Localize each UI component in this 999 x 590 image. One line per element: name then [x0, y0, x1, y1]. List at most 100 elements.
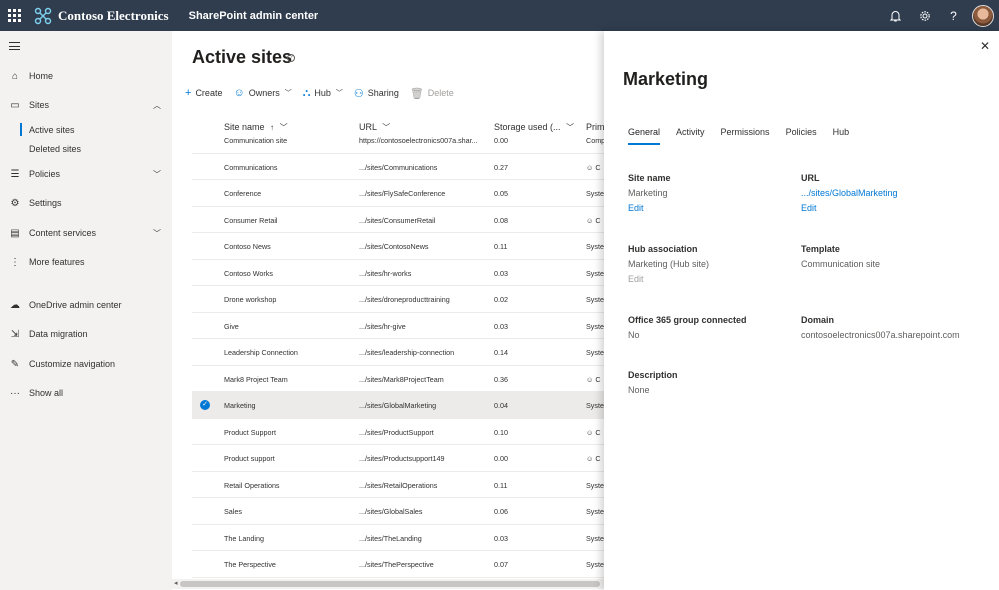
nav-label: Customize navigation	[29, 359, 116, 369]
primary-admin-cell: ☺ C	[586, 374, 601, 384]
primary-admin-cell: ☺ C	[586, 427, 601, 437]
nav-item-policies[interactable]: ☰ Policies ﹀	[0, 162, 172, 186]
tab-general[interactable]: General	[628, 127, 661, 145]
tab-hub[interactable]: Hub	[833, 127, 850, 145]
tab-policies[interactable]: Policies	[786, 127, 817, 145]
sharing-button[interactable]: ⚇ Sharing	[354, 87, 399, 100]
nav-item-sites[interactable]: ▭ Sites ︿	[0, 93, 172, 117]
table-row[interactable]: The Landing .../sites/TheLanding 0.03 Syste	[192, 525, 604, 551]
info-icon[interactable]: ?	[287, 54, 295, 62]
app-launcher-button[interactable]	[0, 0, 28, 31]
site-name-cell: Contoso Works	[224, 268, 273, 278]
field-template: Template Communication site	[801, 244, 971, 269]
table-row[interactable]: Contoso News .../sites/ContosoNews 0.11 Sys…	[192, 233, 604, 260]
primary-admin-cell: Syste	[586, 295, 604, 304]
site-name-cell: Communications	[224, 162, 278, 172]
nav-item-data-migration[interactable]: ⇲ Data migration	[0, 322, 172, 346]
site-name-cell: Conference	[224, 189, 262, 198]
scroll-left-icon[interactable]: ◂	[174, 579, 178, 587]
nav-item-show-all[interactable]: ··· Show all	[0, 381, 172, 405]
sites-icon: ▭	[10, 99, 20, 111]
primary-admin-cell: Syste	[586, 507, 604, 516]
table-row[interactable]: Sales .../sites/GlobalSales 0.06 Syste	[192, 498, 604, 525]
field-description: Description None	[628, 370, 798, 395]
url-cell: .../sites/hr-works	[359, 268, 412, 278]
user-avatar[interactable]	[972, 4, 994, 27]
nav-item-more-features[interactable]: ⋮ More features	[0, 250, 172, 274]
url-cell: .../sites/ThePerspective	[359, 560, 434, 569]
owners-button[interactable]: ☺ Owners ﹀	[233, 87, 291, 99]
table-row[interactable]: Contoso Works .../sites/hr-works 0.03 Syste	[192, 260, 604, 286]
table-row[interactable]: Conference .../sites/FlySafeConference 0.0…	[192, 180, 604, 207]
storage-cell: 0.03	[494, 533, 508, 543]
tab-activity[interactable]: Activity	[676, 127, 705, 145]
app-title[interactable]: SharePoint admin center	[189, 10, 319, 22]
nav-item-home[interactable]: ⌂ Home	[0, 64, 172, 88]
storage-cell: 0.36	[494, 374, 508, 384]
nav-sub-deleted-sites[interactable]: Deleted sites	[29, 144, 81, 154]
table-row[interactable]: Mark8 Project Team .../sites/Mark8Project…	[192, 366, 604, 392]
primary-admin-cell: Syste	[586, 321, 604, 331]
table-row[interactable]: Give .../sites/hr-give 0.03 Syste	[192, 313, 604, 339]
tab-permissions[interactable]: Permissions	[721, 127, 770, 145]
field-url: URL .../sites/GlobalMarketing Edit	[801, 173, 971, 213]
table-row[interactable]: Leadership Connection .../sites/leadershi…	[192, 339, 604, 366]
gear-icon: ⚙	[10, 197, 20, 209]
field-label: Description	[628, 370, 678, 380]
left-navigation: ⌂ Home ▭ Sites ︿ Active sites Deleted si…	[0, 31, 172, 590]
primary-admin-cell: Syste	[586, 268, 604, 278]
url-cell: .../sites/ContosoNews	[359, 242, 429, 251]
table-row[interactable]: Product support .../sites/Productsupport1…	[192, 445, 604, 472]
org-brand[interactable]: Contoso Electronics	[34, 7, 169, 25]
site-name-cell: Mark8 Project Team	[224, 374, 288, 384]
table-row[interactable]: Drone workshop .../sites/droneproducttrai…	[192, 286, 604, 313]
primary-admin-cell: Syste	[586, 533, 604, 543]
table-row[interactable]: The Perspective .../sites/ThePerspective 0…	[192, 551, 604, 578]
migration-icon: ⇲	[10, 328, 20, 340]
scrollbar-thumb[interactable]	[180, 581, 600, 587]
storage-cell: 0.03	[494, 321, 508, 331]
checkmark-icon[interactable]: ✓	[200, 400, 210, 410]
url-cell: .../sites/GlobalSales	[359, 507, 423, 516]
horizontal-scrollbar[interactable]: ◂	[172, 579, 604, 589]
field-group-connected: Office 365 group connected No	[628, 315, 798, 340]
edit-site-name-link[interactable]: Edit	[628, 203, 798, 213]
field-label: URL	[801, 173, 820, 183]
table-row[interactable]: Product Support .../sites/ProductSupport 0…	[192, 419, 604, 445]
site-name-cell: Product Support	[224, 427, 276, 437]
url-cell: .../sites/RetailOperations	[359, 480, 438, 490]
site-name-cell: The Landing	[224, 533, 264, 543]
nav-item-customize-navigation[interactable]: ✎ Customize navigation	[0, 352, 172, 376]
nav-label: Settings	[29, 198, 62, 208]
nav-label: OneDrive admin center	[29, 300, 122, 310]
table-row[interactable]: Communication site https://contosoelectro…	[192, 127, 604, 154]
nav-item-settings[interactable]: ⚙ Settings	[0, 191, 172, 215]
site-name-cell: Marketing	[224, 401, 256, 410]
delete-button[interactable]: 🗑 Delete	[410, 87, 454, 100]
create-button[interactable]: + Create	[185, 87, 222, 99]
table-row[interactable]: Communications .../sites/Communications 0.…	[192, 154, 604, 180]
help-icon[interactable]: ?	[939, 0, 968, 31]
edit-hub-link[interactable]: Edit	[628, 274, 798, 284]
table-row[interactable]: Consumer Retail .../sites/ConsumerRetail 0…	[192, 207, 604, 233]
home-icon: ⌂	[11, 70, 19, 82]
gear-icon[interactable]	[910, 0, 939, 31]
url-cell: .../sites/leadership-connection	[359, 348, 455, 357]
close-icon[interactable]: ✕	[980, 39, 990, 53]
contoso-logo-icon	[34, 7, 52, 24]
hub-icon: ⛬	[302, 86, 311, 99]
field-domain: Domain contosoelectronics007a.sharepoint…	[801, 315, 991, 340]
table-row[interactable]: Retail Operations .../sites/RetailOperati…	[192, 472, 604, 498]
nav-sub-active-sites[interactable]: Active sites	[20, 123, 75, 136]
nav-item-content-services[interactable]: ▤ Content services ﹀	[0, 221, 172, 245]
edit-url-link[interactable]: Edit	[801, 203, 971, 213]
hub-button[interactable]: ⛬ Hub ﹀	[303, 87, 343, 100]
table-row[interactable]: ✓ Marketing .../sites/GlobalMarketing 0.04 S…	[192, 392, 604, 419]
field-label: Site name	[628, 173, 671, 183]
nav-item-onedrive[interactable]: ☁ OneDrive admin center	[0, 293, 172, 317]
nav-collapse-button[interactable]	[0, 31, 172, 61]
bell-icon[interactable]	[881, 0, 910, 31]
site-url-link[interactable]: .../sites/GlobalMarketing	[801, 188, 971, 198]
url-cell: .../sites/TheLanding	[359, 533, 422, 543]
main-content: Active sites ? + Create ☺ Owners ﹀ ⛬ Hub…	[172, 31, 604, 590]
